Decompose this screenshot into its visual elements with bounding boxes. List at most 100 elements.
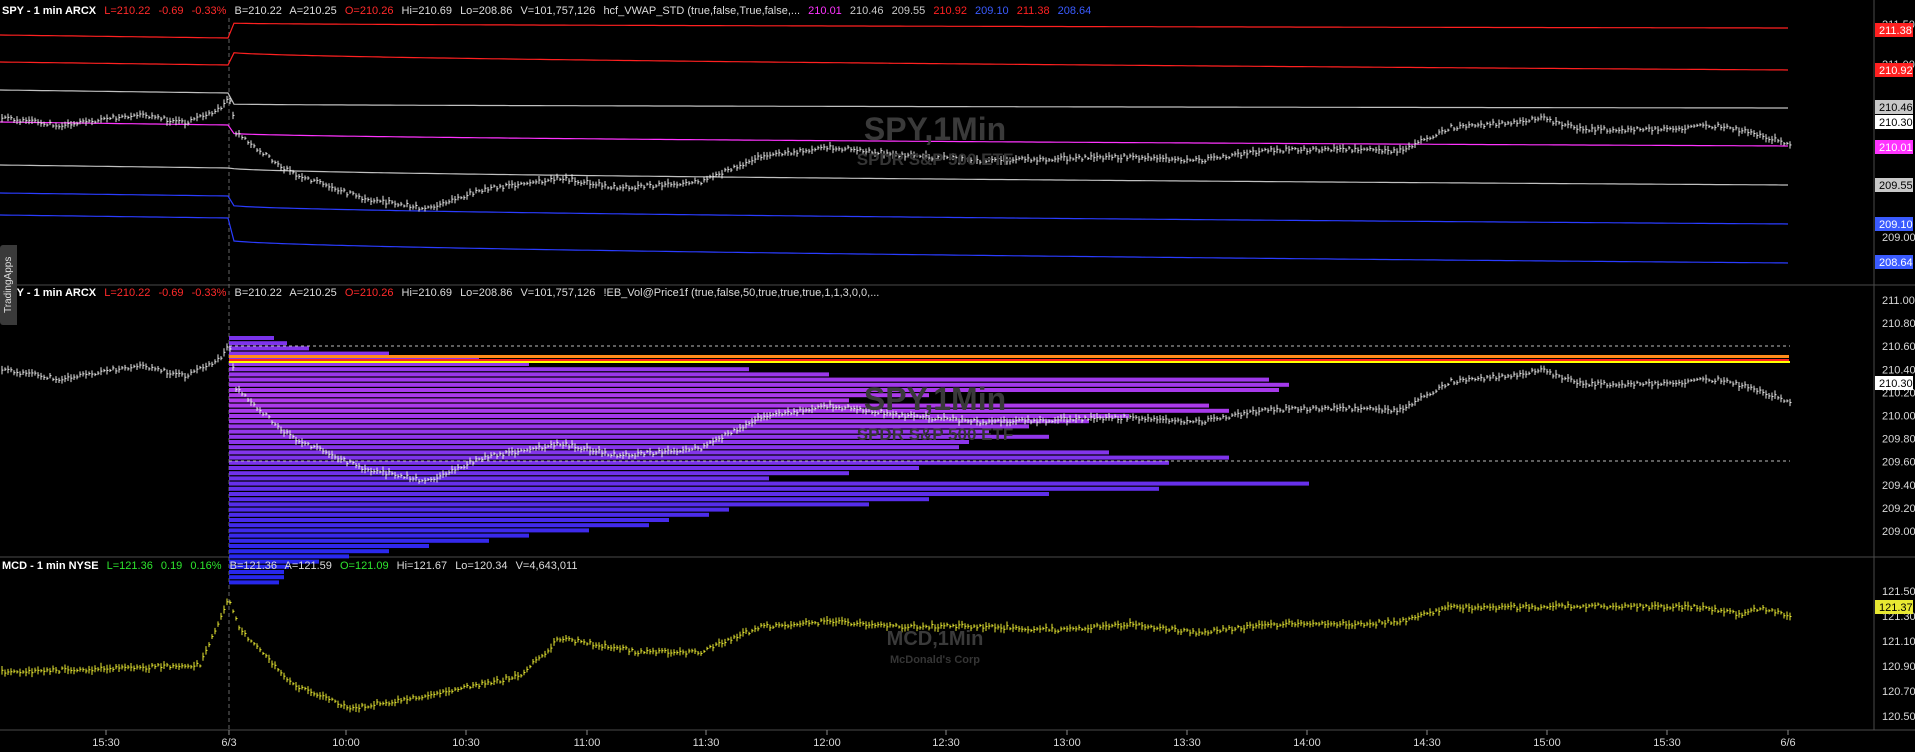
study-value: 211.38 <box>1016 5 1050 17</box>
high-price: Hi=121.67 <box>396 560 448 572</box>
volume: V=4,643,011 <box>515 560 578 572</box>
price-axis-tick: 209.60 <box>1882 457 1915 469</box>
time-axis-label: 15:00 <box>1533 737 1561 749</box>
watermark-title: SPY,1Min <box>864 111 1006 147</box>
last-price: L=210.22 <box>104 287 151 299</box>
price-axis-tick: 209.80 <box>1882 434 1915 446</box>
profile-row <box>229 575 284 580</box>
low-price: Lo=120.34 <box>455 560 508 572</box>
profile-row <box>229 580 279 585</box>
profile-row <box>229 476 769 481</box>
high-price: Hi=210.69 <box>401 287 452 299</box>
profile-row <box>229 341 287 346</box>
net-change: 0.19 <box>160 560 183 572</box>
study-name[interactable]: hcf_VWAP_STD (true,false,True,false,... <box>603 5 800 17</box>
open-price: O=121.09 <box>339 560 389 572</box>
profile-row <box>229 372 829 377</box>
time-axis-label: 6/3 <box>221 737 236 749</box>
profile-row <box>229 393 929 398</box>
bid-price: B=121.36 <box>229 560 278 572</box>
price-axis-tick: 210.60 <box>1882 341 1915 353</box>
price-axis-tick: 120.70 <box>1882 686 1915 698</box>
last-price: L=121.36 <box>106 560 153 572</box>
profile-row <box>229 523 649 528</box>
watermark-title: SPY,1Min <box>864 381 1006 417</box>
study-name[interactable]: !EB_Vol@Price1f (true,false,50,true,true… <box>603 287 879 299</box>
price-value-label: 208.64 <box>1879 257 1913 269</box>
profile-row <box>229 549 389 554</box>
ask-price: A=121.59 <box>284 560 332 572</box>
study-value: 209.10 <box>975 5 1009 17</box>
time-axis-label: 12:30 <box>932 737 960 749</box>
watermark-subtitle: SPDR S&P 500 ETF <box>857 425 1014 444</box>
profile-row <box>229 502 869 507</box>
profile-row <box>229 471 849 476</box>
price-value-label: 209.55 <box>1879 180 1913 192</box>
time-axis-label: 10:00 <box>332 737 360 749</box>
time-axis-label: 13:00 <box>1053 737 1081 749</box>
profile-row <box>229 518 669 522</box>
profile-row <box>229 377 1269 382</box>
bid-price: B=210.22 <box>234 287 282 299</box>
profile-row <box>229 367 749 372</box>
last-price: L=210.22 <box>104 5 151 17</box>
price-axis-tick: 210.80 <box>1882 318 1915 330</box>
study-value: 209.55 <box>891 5 926 17</box>
profile-row <box>229 466 919 470</box>
low-price: Lo=208.86 <box>460 5 513 17</box>
price-axis-tick: 211.00 <box>1882 295 1915 307</box>
profile-row <box>229 445 959 450</box>
volume: V=101,757,126 <box>520 287 596 299</box>
price-axis-tick: 209.00 <box>1882 232 1915 244</box>
panel-symbol: MCD - 1 min NYSE <box>2 560 99 572</box>
last-price-label: 121.37 <box>1879 602 1913 614</box>
open-price: O=210.26 <box>344 287 394 299</box>
watermark-title: MCD,1Min <box>887 628 984 650</box>
watermark-subtitle: SPDR S&P 500 ETF <box>857 150 1014 169</box>
percent-change: -0.33% <box>191 5 227 17</box>
net-change: -0.69 <box>158 287 184 299</box>
profile-row <box>229 492 1049 496</box>
ask-price: A=210.25 <box>289 287 337 299</box>
chart-canvas[interactable]: SPY,1Min SPDR S&P 500 ETF SPY,1Min SPDR S&P… <box>0 0 1915 752</box>
percent-change: -0.33% <box>191 287 227 299</box>
net-change: -0.69 <box>158 5 184 17</box>
bid-price: B=210.22 <box>234 5 282 17</box>
profile-row <box>229 544 429 548</box>
time-axis-label: 10:30 <box>452 737 480 749</box>
price-value-label: 210.92 <box>1879 65 1913 77</box>
profile-row <box>229 481 1309 486</box>
price-axis-tick: 121.10 <box>1882 636 1915 648</box>
time-axis-label: 6/6 <box>1780 737 1795 749</box>
ask-price: A=210.25 <box>289 5 337 17</box>
profile-row <box>229 408 1229 413</box>
time-axis-label: 11:30 <box>693 737 720 749</box>
price-axis-tick: 210.00 <box>1882 411 1915 423</box>
tradingapps-side-tab[interactable]: TradingApps <box>0 245 17 325</box>
open-price: O=210.26 <box>344 5 394 17</box>
study-value: 210.92 <box>933 5 967 17</box>
profile-row <box>229 450 1109 455</box>
profile-row <box>229 497 929 502</box>
profile-row <box>229 403 1209 408</box>
price-value-label: 210.01 <box>1879 142 1913 154</box>
price-axis-tick: 209.00 <box>1882 526 1915 538</box>
profile-row <box>229 507 729 512</box>
price-value-label: 209.10 <box>1879 219 1913 231</box>
price-axis-tick: 210.40 <box>1882 364 1915 376</box>
low-price: Lo=208.86 <box>460 287 513 299</box>
price-axis-tick: 121.50 <box>1882 586 1915 598</box>
price-value-label: 210.46 <box>1879 102 1913 114</box>
spy-vwap-header: SPY - 1 min ARCX L=210.22 -0.69 -0.33% B… <box>2 3 1096 19</box>
profile-row <box>229 533 529 538</box>
profile-row <box>229 388 1279 392</box>
price-value-label: 211.38 <box>1879 25 1912 37</box>
time-axis-label: 15:30 <box>92 737 120 749</box>
time-axis-label: 14:30 <box>1413 737 1441 749</box>
profile-row <box>229 419 1089 424</box>
study-value: 210.01 <box>808 5 842 17</box>
profile-poc-row <box>229 355 1789 358</box>
study-value: 208.64 <box>1057 5 1092 17</box>
profile-row <box>229 455 1229 460</box>
price-axis-tick: 209.20 <box>1882 503 1915 515</box>
